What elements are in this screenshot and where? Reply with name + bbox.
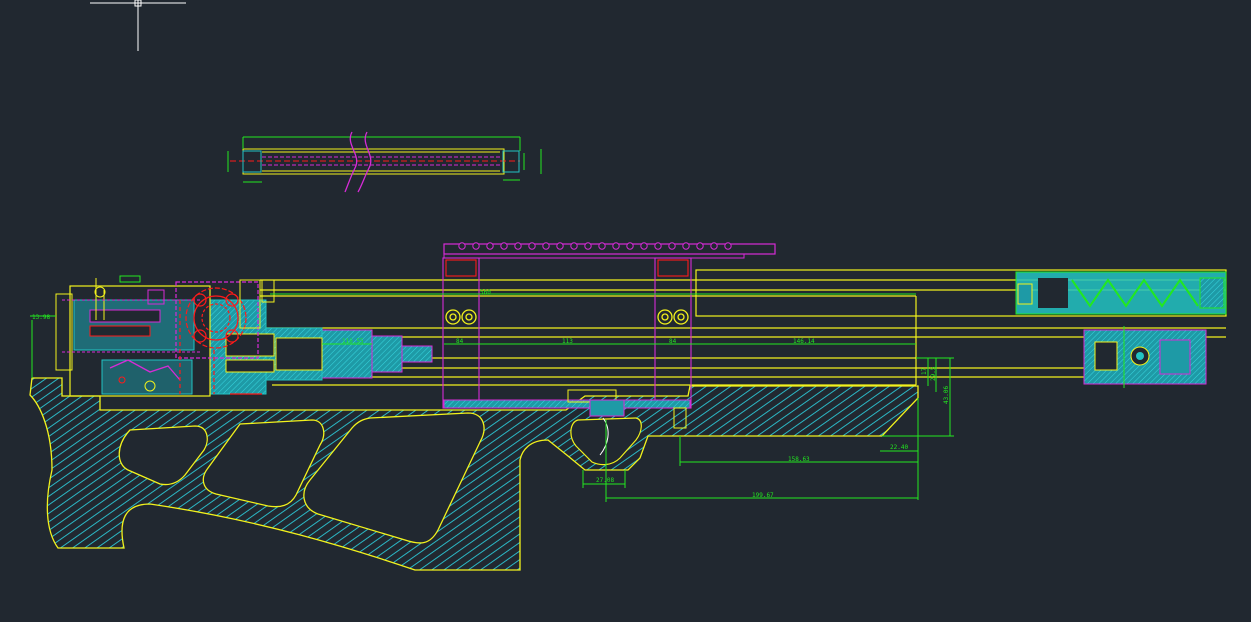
dim-84-left: 84 <box>456 338 464 345</box>
rail-slot <box>710 242 718 250</box>
rail-slot <box>472 242 480 250</box>
dim-560: 560 <box>480 289 491 296</box>
dim-17: 17 <box>921 367 928 375</box>
rifle-assembly-section[interactable]: 13.98 560 84 113 84 146.14 116.55 17 29.… <box>29 243 1227 571</box>
rail-slot <box>556 242 564 250</box>
rail-slot <box>542 242 550 250</box>
barrel-detail-view[interactable] <box>227 131 542 193</box>
action-mechanism <box>55 275 211 397</box>
dim-158-63: 158.63 <box>788 456 810 463</box>
rail-slot <box>500 242 508 250</box>
dim-13-98: 13.98 <box>32 314 50 321</box>
dim-27-08: 27.08 <box>596 477 614 484</box>
dim-84-right: 84 <box>669 338 677 345</box>
rail-slot <box>486 242 494 250</box>
dim-113: 113 <box>562 338 573 345</box>
rail-slot <box>458 242 466 250</box>
dim-29-5: 29.5 <box>930 366 937 381</box>
rail-slot <box>570 242 578 250</box>
rail-slot <box>696 242 704 250</box>
rail-slot <box>584 242 592 250</box>
rail-slot <box>598 242 606 250</box>
crosshair-cursor-icon <box>90 0 186 51</box>
dim-22-40: 22.40 <box>890 444 908 451</box>
dim-199-67: 199.67 <box>752 492 774 499</box>
rail-slot <box>640 242 648 250</box>
shroud-end <box>1015 271 1227 315</box>
dim-116-55: 116.55 <box>342 338 364 345</box>
rail-slot <box>682 242 690 250</box>
rail-slot <box>528 242 536 250</box>
model-space-canvas[interactable]: 13.98 560 84 113 84 146.14 116.55 17 29.… <box>0 0 1251 618</box>
rail-slot <box>626 242 634 250</box>
mount-screws <box>445 309 689 325</box>
rail-slot <box>668 242 676 250</box>
cad-viewport[interactable]: 13.98 560 84 113 84 146.14 116.55 17 29.… <box>0 0 1251 618</box>
dim-43-06: 43.06 <box>943 386 950 404</box>
rail-slot <box>724 242 732 250</box>
dim-146-14: 146.14 <box>793 338 815 345</box>
valve-block <box>209 299 433 395</box>
rail-slot <box>654 242 662 250</box>
rail-slot <box>612 242 620 250</box>
front-block <box>1083 326 1207 388</box>
rail-slot <box>514 242 522 250</box>
